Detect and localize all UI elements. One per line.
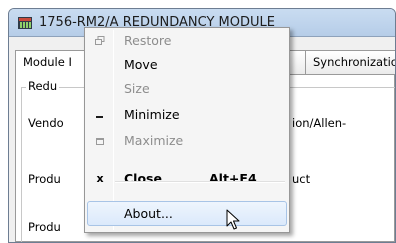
menu-item-maximize[interactable]: Maximize	[87, 130, 287, 152]
menu-item-size[interactable]: Size	[87, 78, 287, 100]
menu-item-label: Restore	[124, 33, 172, 48]
system-menu: Restore Move Size Minimize Maximize x Cl…	[84, 27, 290, 233]
menu-item-restore[interactable]: Restore	[87, 30, 287, 52]
minimize-icon	[87, 104, 113, 126]
group-title: Redu	[26, 79, 60, 93]
menu-item-label: Maximize	[124, 133, 184, 148]
mouse-pointer-icon	[226, 209, 240, 230]
menu-item-highlight	[87, 201, 287, 226]
product-code-label: Produ	[28, 220, 61, 234]
menu-item-about[interactable]: About...	[87, 201, 287, 226]
maximize-icon	[87, 130, 113, 152]
menu-item-label: Minimize	[124, 107, 180, 122]
tab-label: Module I	[23, 55, 72, 69]
menu-item-label: Close	[124, 171, 162, 186]
menu-separator	[115, 181, 285, 183]
menu-item-label: About...	[124, 206, 173, 221]
tab-label: Synchronization	[313, 55, 396, 69]
vendor-label: Vendo	[28, 116, 64, 130]
tab-module-info[interactable]: Module I	[15, 50, 95, 75]
product-type-value: uct	[292, 172, 311, 186]
tab-synchronization[interactable]: Synchronization	[305, 50, 396, 74]
product-type-label: Produ	[28, 172, 61, 186]
menu-item-move[interactable]: Move	[87, 54, 287, 76]
vendor-value: ion/Allen-	[292, 116, 347, 130]
close-icon: x	[96, 172, 104, 185]
menu-item-accelerator: Alt+F4	[209, 171, 257, 186]
app-icon[interactable]	[17, 15, 33, 31]
menu-item-minimize[interactable]: Minimize	[87, 104, 287, 126]
menu-item-label: Move	[124, 57, 158, 72]
restore-icon	[87, 30, 113, 52]
menu-item-label: Size	[124, 81, 150, 96]
menu-item-close[interactable]: x Close Alt+F4	[87, 168, 287, 190]
